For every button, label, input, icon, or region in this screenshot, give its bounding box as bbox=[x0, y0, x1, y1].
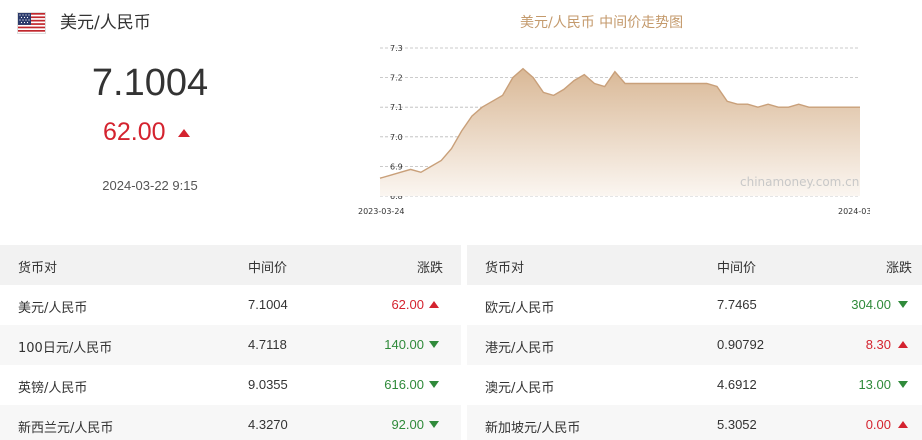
up-arrow-icon bbox=[898, 421, 908, 428]
rate-change: 62.00 bbox=[103, 118, 166, 146]
header-mid: 中间价 bbox=[248, 260, 288, 275]
rate-table-left: 货币对 中间价 涨跌 美元/人民币 7.1004 62.00 100日元/人民币… bbox=[0, 245, 461, 440]
trend-chart[interactable]: 6.86.97.07.17.27.3 chinamoney.com.cn 202… bbox=[350, 36, 870, 221]
row-change: 140.00 bbox=[384, 337, 424, 352]
row-mid: 7.7465 bbox=[717, 297, 757, 312]
row-change: 304.00 bbox=[851, 297, 891, 312]
row-pair[interactable]: 港元/人民币 bbox=[485, 337, 554, 356]
table-row[interactable]: 港元/人民币 0.90792 8.30 bbox=[467, 325, 922, 365]
pair-title: 美元/人民币 bbox=[60, 13, 151, 33]
down-arrow-icon bbox=[898, 301, 908, 308]
row-pair[interactable]: 美元/人民币 bbox=[18, 297, 87, 316]
down-arrow-icon bbox=[429, 421, 439, 428]
table-header: 货币对 中间价 涨跌 bbox=[467, 245, 922, 285]
table-row[interactable]: 英镑/人民币 9.0355 616.00 bbox=[0, 365, 461, 405]
table-row[interactable]: 新加坡元/人民币 5.3052 0.00 bbox=[467, 405, 922, 440]
us-flag-icon bbox=[17, 12, 46, 34]
chart-watermark: chinamoney.com.cn bbox=[740, 175, 859, 189]
row-change: 616.00 bbox=[384, 377, 424, 392]
row-change: 0.00 bbox=[865, 417, 891, 432]
x-end-label: 2024-03-22 bbox=[838, 207, 870, 216]
table-row[interactable]: 100日元/人民币 4.7118 140.00 bbox=[0, 325, 461, 365]
y-tick-label: 6.9 bbox=[390, 162, 403, 171]
chart-title: 美元/人民币 中间价走势图 bbox=[520, 15, 684, 31]
row-mid: 4.3270 bbox=[248, 417, 288, 432]
row-mid: 9.0355 bbox=[248, 377, 288, 392]
table-row[interactable]: 美元/人民币 7.1004 62.00 bbox=[0, 285, 461, 325]
header-change: 涨跌 bbox=[416, 260, 443, 275]
table-row[interactable]: 澳元/人民币 4.6912 13.00 bbox=[467, 365, 922, 405]
row-pair[interactable]: 100日元/人民币 bbox=[18, 337, 112, 356]
up-arrow-icon bbox=[178, 129, 190, 137]
header-change: 涨跌 bbox=[885, 260, 912, 275]
y-tick-label: 7.1 bbox=[390, 103, 403, 112]
down-arrow-icon bbox=[898, 381, 908, 388]
table-row[interactable]: 新西兰元/人民币 4.3270 92.00 bbox=[0, 405, 461, 440]
y-tick-label: 7.2 bbox=[390, 74, 403, 83]
row-pair[interactable]: 新西兰元/人民币 bbox=[18, 417, 113, 436]
row-pair[interactable]: 澳元/人民币 bbox=[485, 377, 554, 396]
row-mid: 4.6912 bbox=[717, 377, 757, 392]
down-arrow-icon bbox=[429, 381, 439, 388]
row-mid: 5.3052 bbox=[717, 417, 757, 432]
header-pair: 货币对 bbox=[485, 261, 525, 276]
row-pair[interactable]: 欧元/人民币 bbox=[485, 297, 554, 316]
down-arrow-icon bbox=[429, 341, 439, 348]
x-start-label: 2023-03-24 bbox=[358, 207, 405, 216]
row-mid: 4.7118 bbox=[248, 337, 287, 352]
row-mid: 7.1004 bbox=[248, 297, 288, 312]
row-pair[interactable]: 新加坡元/人民币 bbox=[485, 417, 580, 436]
row-change: 8.30 bbox=[865, 337, 891, 352]
rate-timestamp: 2024-03-22 9:15 bbox=[102, 178, 198, 193]
row-change: 62.00 bbox=[391, 297, 424, 312]
up-arrow-icon bbox=[429, 301, 439, 308]
row-change: 13.00 bbox=[858, 377, 891, 392]
rate-table-right: 货币对 中间价 涨跌 欧元/人民币 7.7465 304.00 港元/人民币 0… bbox=[467, 245, 922, 440]
row-pair[interactable]: 英镑/人民币 bbox=[18, 377, 87, 396]
row-change: 92.00 bbox=[391, 417, 424, 432]
current-rate: 7.1004 bbox=[91, 62, 209, 104]
y-tick-label: 7.3 bbox=[390, 44, 403, 53]
table-row[interactable]: 欧元/人民币 7.7465 304.00 bbox=[467, 285, 922, 325]
y-tick-label: 7.0 bbox=[390, 133, 403, 142]
up-arrow-icon bbox=[898, 341, 908, 348]
header-mid: 中间价 bbox=[717, 260, 757, 275]
rate-summary: 美元/人民币 7.1004 62.00 2024-03-22 9:15 bbox=[0, 0, 345, 235]
row-mid: 0.90792 bbox=[717, 337, 764, 352]
header-pair: 货币对 bbox=[18, 261, 58, 276]
table-header: 货币对 中间价 涨跌 bbox=[0, 245, 461, 285]
